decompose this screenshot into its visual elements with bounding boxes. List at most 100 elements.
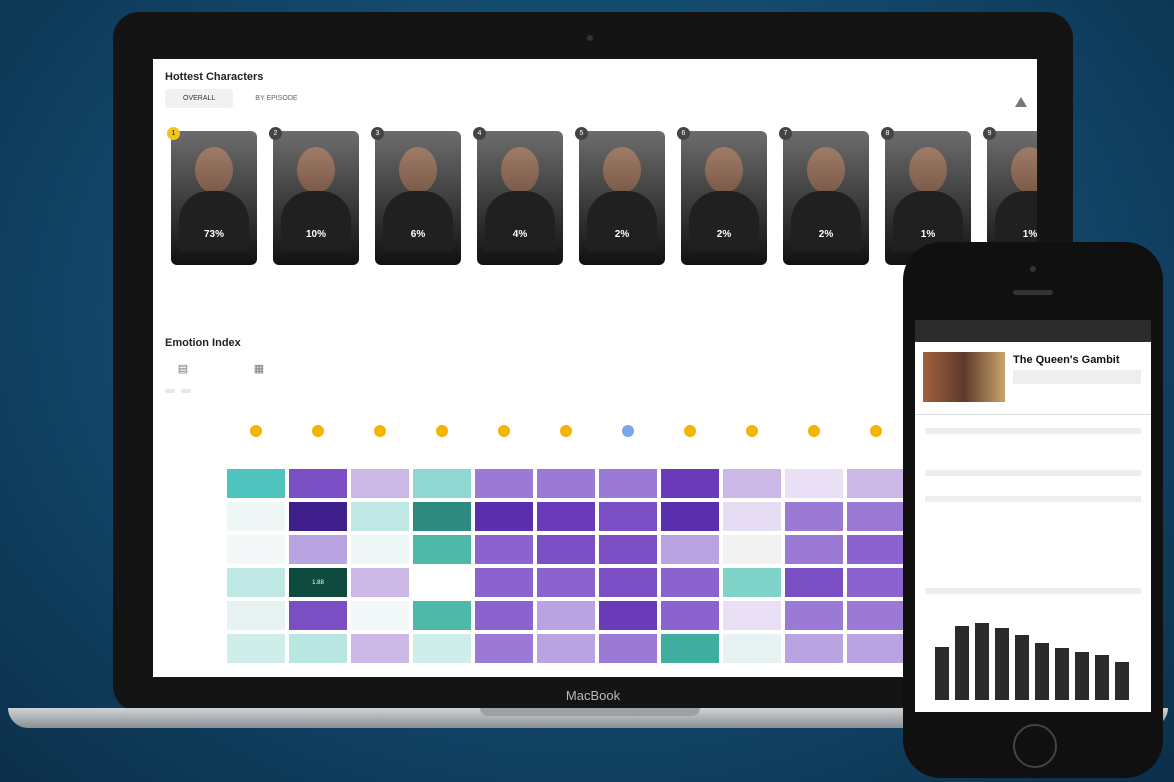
vote-percent: 73% xyxy=(203,229,224,240)
heatmap-cell[interactable] xyxy=(599,634,657,663)
heatmap-cell[interactable] xyxy=(537,568,595,597)
heatmap-cell[interactable] xyxy=(475,502,533,531)
heatmap-cell[interactable] xyxy=(723,601,781,630)
heatmap-cell[interactable] xyxy=(351,502,409,531)
heatmap-cell[interactable] xyxy=(227,502,285,531)
heatmap-cell[interactable] xyxy=(537,634,595,663)
episode-bar xyxy=(1055,648,1069,700)
heatmap-cell[interactable] xyxy=(599,601,657,630)
heatmap-cell[interactable] xyxy=(537,601,595,630)
heatmap-cell[interactable] xyxy=(723,535,781,564)
heatmap-cell[interactable] xyxy=(661,535,719,564)
heatmap-cell[interactable] xyxy=(289,601,347,630)
heatmap-cell[interactable] xyxy=(723,469,781,498)
heatmap-cell[interactable] xyxy=(847,601,905,630)
heatmap-cell[interactable] xyxy=(785,634,843,663)
heatmap-cell[interactable] xyxy=(289,502,347,531)
heatmap-cell[interactable] xyxy=(723,634,781,663)
vote-percent: 2% xyxy=(614,229,630,240)
table-view-icon[interactable]: ▦ xyxy=(241,359,277,377)
heatmap-cell[interactable] xyxy=(351,469,409,498)
tab-by-episode[interactable]: BY EPISODE xyxy=(237,89,315,108)
heatmap-cell[interactable] xyxy=(847,535,905,564)
portrait-head xyxy=(1011,147,1037,193)
episode-bar xyxy=(1075,652,1089,700)
heatmap-cell[interactable] xyxy=(785,601,843,630)
emotion-column-header xyxy=(413,419,471,441)
character-card[interactable]: 7 2% xyxy=(779,127,869,301)
heatmap-cell[interactable] xyxy=(723,568,781,597)
heatmap-cell[interactable] xyxy=(537,535,595,564)
heatmap-cell[interactable] xyxy=(661,469,719,498)
heatmap-cell[interactable] xyxy=(413,568,471,597)
heatmap-cell[interactable] xyxy=(227,469,285,498)
heatmap-cell[interactable] xyxy=(847,469,905,498)
heatmap-cell[interactable] xyxy=(289,535,347,564)
character-card[interactable]: 3 6% xyxy=(371,127,461,301)
emoji-icon xyxy=(622,425,634,437)
heatmap-cell[interactable] xyxy=(723,502,781,531)
heatmap-cell[interactable] xyxy=(475,469,533,498)
emotion-column-header xyxy=(785,419,843,441)
heatmap-cell[interactable] xyxy=(785,502,843,531)
character-card[interactable]: 6 2% xyxy=(677,127,767,301)
emotion-column-header xyxy=(537,419,595,441)
character-card[interactable]: 2 10% xyxy=(269,127,359,301)
heatmap-cell[interactable] xyxy=(413,469,471,498)
heatmap-cell[interactable] xyxy=(351,568,409,597)
heatmap-cell[interactable] xyxy=(537,502,595,531)
heatmap-cell[interactable] xyxy=(289,469,347,498)
heatmap-cell[interactable] xyxy=(413,634,471,663)
heatmap-cell[interactable] xyxy=(475,535,533,564)
heatmap-cell[interactable] xyxy=(227,634,285,663)
emotion-column-header xyxy=(661,419,719,441)
heatmap-cell[interactable] xyxy=(661,568,719,597)
collapse-icon[interactable] xyxy=(1015,97,1027,107)
heatmap-cell[interactable] xyxy=(475,568,533,597)
character-card[interactable]: 5 2% xyxy=(575,127,665,301)
tab-overall[interactable]: OVERALL xyxy=(165,89,234,108)
rank-badge: 2 xyxy=(269,127,282,140)
heatmap-cell[interactable] xyxy=(413,502,471,531)
character-card[interactable]: 1 73% xyxy=(167,127,257,301)
heatmap-cell[interactable] xyxy=(289,634,347,663)
heatmap-cell[interactable] xyxy=(661,601,719,630)
heatmap-cell[interactable] xyxy=(351,601,409,630)
heatmap-cell[interactable] xyxy=(227,568,285,597)
heatmap-cell[interactable] xyxy=(847,568,905,597)
heatmap-cell[interactable] xyxy=(413,535,471,564)
heatmap-cell[interactable] xyxy=(847,634,905,663)
heatmap-cell[interactable] xyxy=(599,535,657,564)
heatmap-cell[interactable] xyxy=(227,535,285,564)
heatmap-cell[interactable] xyxy=(785,469,843,498)
show-subtitle xyxy=(1013,370,1141,384)
home-button[interactable] xyxy=(1013,724,1057,768)
emotion-column-header xyxy=(227,419,285,441)
heatmap-cell[interactable] xyxy=(661,634,719,663)
heatmap-cell[interactable]: 1.88 xyxy=(289,568,347,597)
heatmap-cell[interactable] xyxy=(785,535,843,564)
chart-view-icon[interactable]: ▤ xyxy=(165,359,201,377)
emoji-icon xyxy=(560,425,572,437)
heatmap-cell[interactable] xyxy=(599,568,657,597)
episode-bar xyxy=(955,626,969,700)
filter-chip[interactable] xyxy=(181,389,191,393)
heatmap-cell[interactable] xyxy=(351,634,409,663)
character-card[interactable]: 4 4% xyxy=(473,127,563,301)
heatmap-cell[interactable] xyxy=(785,568,843,597)
portrait-body xyxy=(791,191,861,251)
filter-chip[interactable] xyxy=(165,389,175,393)
heatmap-cell[interactable] xyxy=(475,634,533,663)
heatmap-cell[interactable] xyxy=(537,469,595,498)
heatmap-cell[interactable] xyxy=(661,502,719,531)
heatmap-cell[interactable] xyxy=(599,502,657,531)
heatmap-cell[interactable] xyxy=(847,502,905,531)
heatmap-cell[interactable] xyxy=(227,601,285,630)
heatmap-cell[interactable] xyxy=(351,535,409,564)
heatmap-cell[interactable] xyxy=(475,601,533,630)
phone-speaker xyxy=(1013,290,1053,295)
heatmap-cell[interactable] xyxy=(599,469,657,498)
divider xyxy=(915,414,1151,415)
heatmap-cell[interactable] xyxy=(413,601,471,630)
vote-percent: 10% xyxy=(305,229,326,240)
